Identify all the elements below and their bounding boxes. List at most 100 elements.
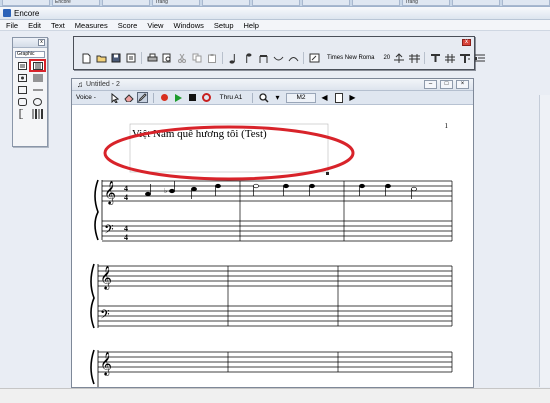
toolbar-separator — [303, 52, 304, 64]
barline-tool-icon[interactable] — [31, 108, 44, 119]
menu-help[interactable]: Help — [244, 21, 259, 30]
align-text-icon[interactable] — [474, 52, 486, 64]
maximize-button[interactable]: □ — [440, 80, 453, 89]
zoom-dropdown-chevron-icon[interactable]: ▾ — [272, 92, 283, 103]
taskbar-tab[interactable] — [202, 0, 250, 6]
tie-icon[interactable] — [272, 52, 284, 64]
preview-icon[interactable] — [161, 52, 173, 64]
taskbar-tab[interactable] — [502, 0, 550, 6]
menu-file[interactable]: File — [6, 21, 18, 30]
play-button[interactable] — [173, 92, 184, 103]
system-2: 𝄞 𝄢 — [90, 263, 453, 329]
transpose-icon[interactable] — [408, 52, 421, 64]
menu-view[interactable]: View — [147, 21, 163, 30]
menu-measures[interactable]: Measures — [75, 21, 108, 30]
new-file-icon[interactable] — [80, 52, 92, 64]
zoom-icon[interactable] — [258, 92, 269, 103]
close-button[interactable]: × — [456, 80, 469, 89]
menu-edit[interactable]: Edit — [28, 21, 41, 30]
toolbar-close-button[interactable]: x — [462, 39, 471, 46]
system-1: 𝄞 𝄢 4 4 4 4 ♭ — [94, 179, 453, 242]
taskbar-tab[interactable]: Encore — [52, 0, 100, 6]
taskbar-tab[interactable] — [352, 0, 400, 6]
slur-icon[interactable] — [287, 52, 299, 64]
toolbar-separator — [222, 52, 223, 64]
font-name-field[interactable]: Times New Roma — [327, 55, 374, 61]
rectangle-tool-icon[interactable] — [16, 85, 29, 94]
record-button[interactable] — [159, 92, 170, 103]
transpose-up-icon[interactable] — [393, 52, 405, 64]
save-icon[interactable] — [110, 52, 122, 64]
title-frame-handle[interactable] — [326, 172, 329, 175]
pencil-icon[interactable] — [137, 92, 148, 103]
taskbar-tab[interactable] — [452, 0, 500, 6]
box-tool-icon[interactable] — [16, 73, 29, 82]
taskbar-tab[interactable] — [252, 0, 300, 6]
note-stem-up-icon[interactable] — [227, 52, 239, 64]
edit-text-icon[interactable] — [308, 52, 320, 64]
taskbar-tab[interactable]: Trang — [152, 0, 200, 6]
cut-icon[interactable] — [176, 52, 188, 64]
score-page[interactable]: 1 Việt Nam quê hương tôi (Test) 𝄞 𝄢 4 4 … — [72, 106, 473, 387]
piano-keys-icon[interactable] — [29, 59, 46, 72]
menu-text[interactable]: Text — [51, 21, 65, 30]
grand-staff-brace — [94, 179, 99, 241]
copy-icon[interactable] — [191, 52, 203, 64]
workspace-vertical-scrollbar[interactable] — [539, 95, 550, 387]
graphics-palette: x Graphic — [12, 37, 48, 147]
bracket-tool-icon[interactable] — [16, 108, 29, 119]
midi-thru-selector[interactable]: Thru A1 — [215, 94, 247, 101]
barline-tool-icon — [32, 108, 43, 119]
page-view-icon[interactable] — [333, 92, 344, 103]
treble-clef-icon: 𝄞 — [104, 180, 116, 205]
document-titlebar[interactable]: ♫ Untitled - 2 – □ × — [72, 79, 473, 91]
menu-score[interactable]: Score — [118, 21, 138, 30]
previous-page-icon[interactable]: ◀ — [319, 92, 330, 103]
piano-keys-icon — [32, 61, 43, 70]
staff-lines-icon[interactable] — [31, 73, 44, 82]
menu-setup[interactable]: Setup — [214, 21, 234, 30]
minimize-button[interactable]: – — [424, 80, 437, 89]
svg-text:4: 4 — [124, 224, 128, 233]
voice-selector[interactable]: Voice - — [76, 94, 106, 101]
open-folder-icon[interactable] — [95, 52, 107, 64]
beam-icon[interactable] — [257, 52, 269, 64]
rounded-rect-tool-icon[interactable] — [16, 97, 29, 106]
app-titlebar: Encore — [0, 7, 550, 20]
pointer-icon[interactable] — [109, 92, 120, 103]
menu-bar: File Edit Text Measures Score View Windo… — [0, 20, 550, 31]
text-block-icon[interactable] — [16, 61, 29, 70]
text-style-icon[interactable] — [459, 52, 471, 64]
toolbar-separator — [141, 52, 142, 64]
stop-button[interactable] — [187, 92, 198, 103]
line-tool-icon[interactable] — [31, 85, 44, 94]
properties-icon[interactable] — [125, 52, 137, 64]
taskbar: Encore Trang Trang — [0, 0, 550, 7]
bass-clef-icon: 𝄢 — [104, 222, 114, 240]
metronome-button[interactable] — [201, 92, 212, 103]
eraser-icon[interactable] — [123, 92, 134, 103]
next-page-icon[interactable]: ▶ — [347, 92, 358, 103]
taskbar-tab[interactable] — [302, 0, 350, 6]
ellipse-tool-icon[interactable] — [31, 97, 44, 106]
menu-windows[interactable]: Windows — [173, 21, 203, 30]
score-staves: 𝄞 𝄢 4 4 4 4 ♭ 𝄞 𝄢 𝄞 — [90, 123, 453, 387]
taskbar-tab[interactable]: Trang — [402, 0, 450, 6]
rectangle-tool-icon — [18, 85, 27, 94]
bass-clef-icon: 𝄢 — [100, 307, 110, 325]
palette-close-button[interactable]: x — [38, 39, 45, 46]
palette-titlebar[interactable]: x — [13, 38, 47, 48]
rounded-rect-tool-icon — [18, 97, 27, 106]
chord-symbol-icon[interactable] — [444, 52, 456, 64]
palette-select[interactable]: Graphic — [15, 51, 45, 58]
text-block-icon — [18, 61, 27, 70]
note-stem-down-icon[interactable] — [242, 52, 254, 64]
measure-number-field[interactable]: M2 — [286, 92, 316, 103]
bold-text-icon[interactable] — [429, 52, 441, 64]
treble-clef-icon: 𝄞 — [100, 265, 112, 290]
taskbar-tab[interactable] — [2, 0, 50, 6]
font-size-field[interactable]: 20 — [383, 55, 390, 61]
taskbar-tab[interactable] — [102, 0, 150, 6]
paste-icon[interactable] — [206, 52, 218, 64]
print-icon[interactable] — [146, 52, 158, 64]
